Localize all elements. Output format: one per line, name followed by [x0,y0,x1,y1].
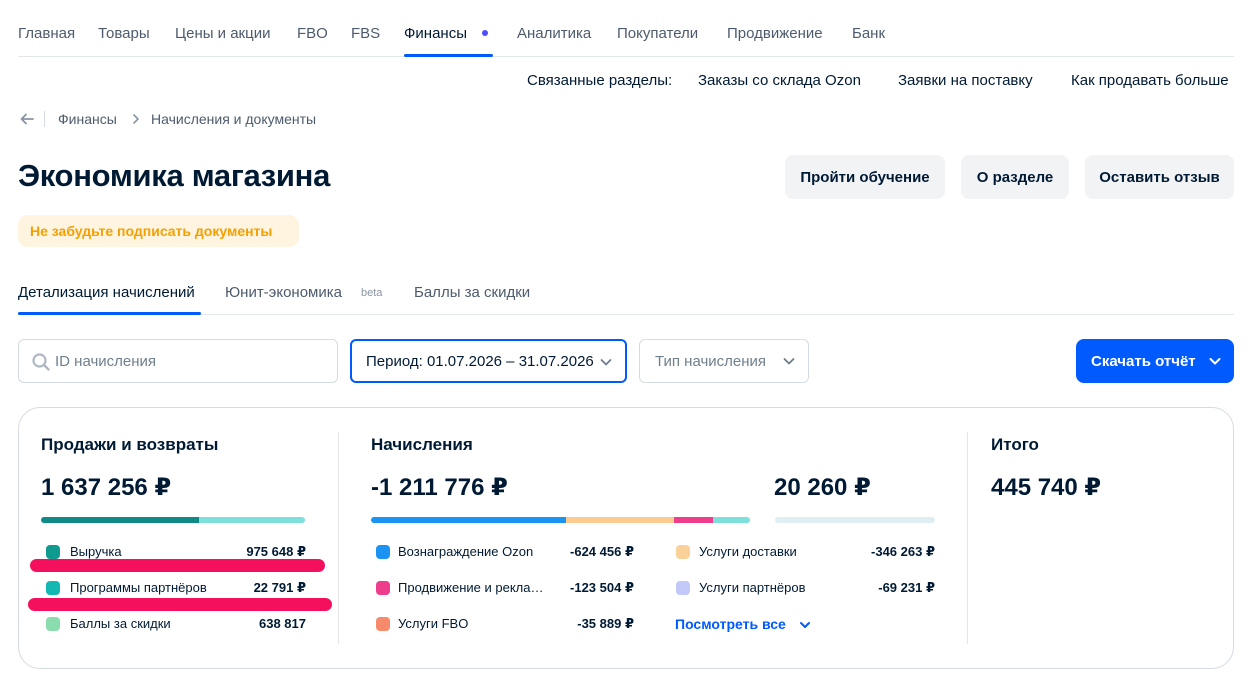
legend-item-fbo-services: Услуги FBO -35 889 ₽ [376,615,634,633]
legend-swatch [46,617,60,631]
back-arrow-icon[interactable] [18,110,36,128]
accrual-type-select-value: Тип начисления [655,352,767,370]
tab-accrual-details[interactable]: Детализация начислений [18,284,195,301]
sales-bar-segment-1 [199,517,305,523]
nav-item-fbo[interactable]: FBO [297,25,328,42]
legend-item-discount-points: Баллы за скидки 638 817 [46,615,306,633]
chevron-down-icon [783,358,795,365]
highlight-annotation [28,598,332,611]
nav-item-finance[interactable]: Финансы [404,25,467,42]
breadcrumb-item-accruals[interactable]: Начисления и документы [151,111,316,127]
legend-value: 975 648 ₽ [246,544,306,559]
legend-label: Выручка [70,544,122,559]
tab-unit-economics[interactable]: Юнит-экономика [225,284,342,301]
tab-discount-points[interactable]: Баллы за скидки [414,284,530,301]
legend-swatch [376,617,390,631]
nav-item-prices[interactable]: Цены и акции [175,25,270,42]
sign-documents-warning[interactable]: Не забудьте подписать документы [18,215,299,247]
legend-value: -624 456 ₽ [570,544,634,559]
card-divider [338,432,339,644]
legend-item-delivery-services: Услуги доставки -346 263 ₽ [676,543,935,561]
legend-label: Баллы за скидки [70,616,171,631]
legend-value: -69 231 ₽ [878,580,935,595]
chevron-down-icon [600,359,612,366]
legend-label: Услуги партнёров [699,580,806,595]
legend-swatch [676,581,690,595]
nav-item-promotion[interactable]: Продвижение [727,25,823,42]
sales-bar-segment-0 [41,517,200,523]
nav-item-analytics[interactable]: Аналитика [517,25,591,42]
legend-value: -35 889 ₽ [577,616,634,631]
legend-label: Услуги FBO [398,616,469,631]
download-report-button[interactable]: Скачать отчёт [1076,339,1234,383]
related-sections-label: Связанные разделы: [527,72,673,89]
charges-bar-segment-3 [712,517,750,523]
legend-value: -346 263 ₽ [871,544,935,559]
legend-value: 22 791 ₽ [253,580,306,595]
search-field [18,339,338,383]
card-divider [967,432,968,644]
charges-secondary-bar [775,517,935,523]
sales-total: 1 637 256 ₽ [41,474,172,501]
download-report-label: Скачать отчёт [1091,352,1196,370]
about-section-button[interactable]: О разделе [961,155,1069,199]
charges-bar [371,517,750,523]
legend-label: Продвижение и рекла… [398,580,544,595]
nav-item-home[interactable]: Главная [18,25,75,42]
charges-title: Начисления [371,435,473,454]
legend-swatch [676,545,690,559]
beta-badge: beta [361,287,383,299]
period-select-value: Период: 01.07.2026 – 31.07.2026 [366,352,594,370]
search-input[interactable] [55,350,325,372]
legend-value: 638 817 [259,616,306,631]
breadcrumb-divider [44,111,45,127]
training-button[interactable]: Пройти обучение [785,155,945,199]
legend-swatch [46,581,60,595]
sales-bar [41,517,305,523]
legend-item-promotion: Продвижение и рекла… -123 504 ₽ [376,579,634,597]
charges-total: -1 211 776 ₽ [371,474,508,501]
sales-title: Продажи и возвраты [41,435,219,454]
nav-active-indicator [404,54,493,57]
legend-item-partner-programs: Программы партнёров 22 791 ₽ [46,579,306,597]
charges-bar-segment-2 [674,517,713,523]
legend-swatch [376,545,390,559]
breadcrumb-item-finance[interactable]: Финансы [58,111,117,127]
legend-value: -123 504 ₽ [570,580,634,595]
highlight-annotation [30,559,325,572]
chevron-down-icon [800,622,810,628]
total-title: Итого [991,435,1039,454]
charges-secondary-total: 20 260 ₽ [774,474,871,501]
tabs: Детализация начислений Юнит-экономика be… [18,281,1234,315]
top-navigation: Главная Товары Цены и акции FBO FBS Фина… [18,0,1234,57]
chevron-down-icon [1209,358,1221,365]
legend-label: Программы партнёров [70,580,207,595]
notification-dot [482,30,488,36]
related-link-sell-more[interactable]: Как продавать больше [1071,72,1229,92]
period-select[interactable]: Период: 01.07.2026 – 31.07.2026 [350,339,627,383]
legend-swatch [46,545,60,559]
charges-bar-segment-0 [371,517,567,523]
legend-label: Вознаграждение Ozon [398,544,534,559]
legend-item-partner-services: Услуги партнёров -69 231 ₽ [676,579,935,597]
legend-label: Услуги доставки [699,544,797,559]
accrual-type-select[interactable]: Тип начисления [639,339,809,383]
chevron-right-icon [133,114,139,124]
charges-bar-segment-1 [566,517,675,523]
nav-item-customers[interactable]: Покупатели [617,25,698,42]
legend-swatch [376,581,390,595]
related-link-supply-requests[interactable]: Заявки на поставку [898,72,1033,92]
related-link-ozon-warehouse-orders[interactable]: Заказы со склада Ozon [698,72,861,92]
total-value: 445 740 ₽ [991,474,1102,501]
legend-item-ozon-fee: Вознаграждение Ozon -624 456 ₽ [376,543,634,561]
see-all-link[interactable]: Посмотреть все [675,616,810,632]
nav-item-bank[interactable]: Банк [852,25,885,42]
nav-item-products[interactable]: Товары [98,25,150,42]
search-icon [32,353,50,371]
tab-active-indicator [18,312,201,315]
feedback-button[interactable]: Оставить отзыв [1085,155,1234,199]
page-title: Экономика магазина [18,158,331,193]
see-all-label: Посмотреть все [675,616,786,632]
nav-item-fbs[interactable]: FBS [351,25,380,42]
